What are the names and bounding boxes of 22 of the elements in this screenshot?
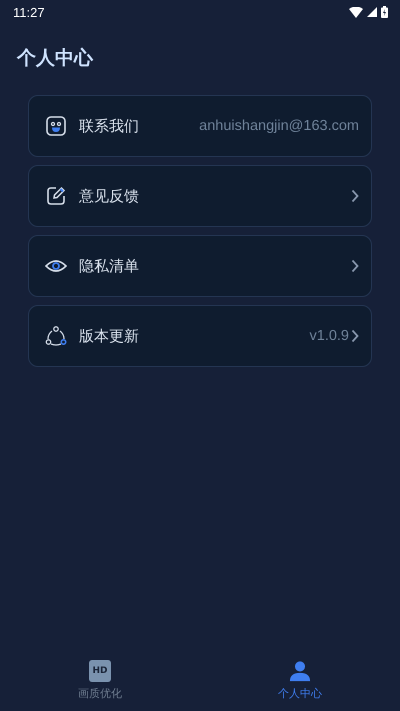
menu-label: 版本更新 bbox=[79, 326, 140, 346]
menu-item[interactable]: 意见反馈 bbox=[28, 165, 372, 227]
menu-label: 意见反馈 bbox=[79, 186, 140, 206]
person-icon bbox=[289, 660, 311, 682]
menu-label: 隐私清单 bbox=[79, 256, 140, 276]
menu-item[interactable]: 隐私清单 bbox=[28, 235, 372, 297]
signal-icon bbox=[367, 7, 377, 17]
edit-icon bbox=[45, 185, 67, 207]
menu-value: v1.0.9 bbox=[310, 328, 349, 344]
status-time: 11:27 bbox=[13, 4, 45, 20]
face-icon bbox=[45, 115, 67, 137]
share-icon bbox=[45, 325, 67, 347]
menu-item[interactable]: 版本更新 v1.0.9 bbox=[28, 305, 372, 367]
battery-icon bbox=[381, 6, 388, 18]
nav-tab[interactable]: 个人中心 bbox=[200, 650, 400, 711]
menu-value: anhuishangjin@163.com bbox=[199, 118, 359, 134]
page-title: 个人中心 bbox=[17, 46, 94, 70]
wifi-icon bbox=[349, 6, 363, 18]
menu-item[interactable]: 联系我们 anhuishangjin@163.com bbox=[28, 95, 372, 157]
menu-label: 联系我们 bbox=[79, 116, 140, 136]
hd-icon: HD bbox=[89, 660, 111, 682]
nav-tab[interactable]: HD 画质优化 bbox=[0, 650, 200, 711]
